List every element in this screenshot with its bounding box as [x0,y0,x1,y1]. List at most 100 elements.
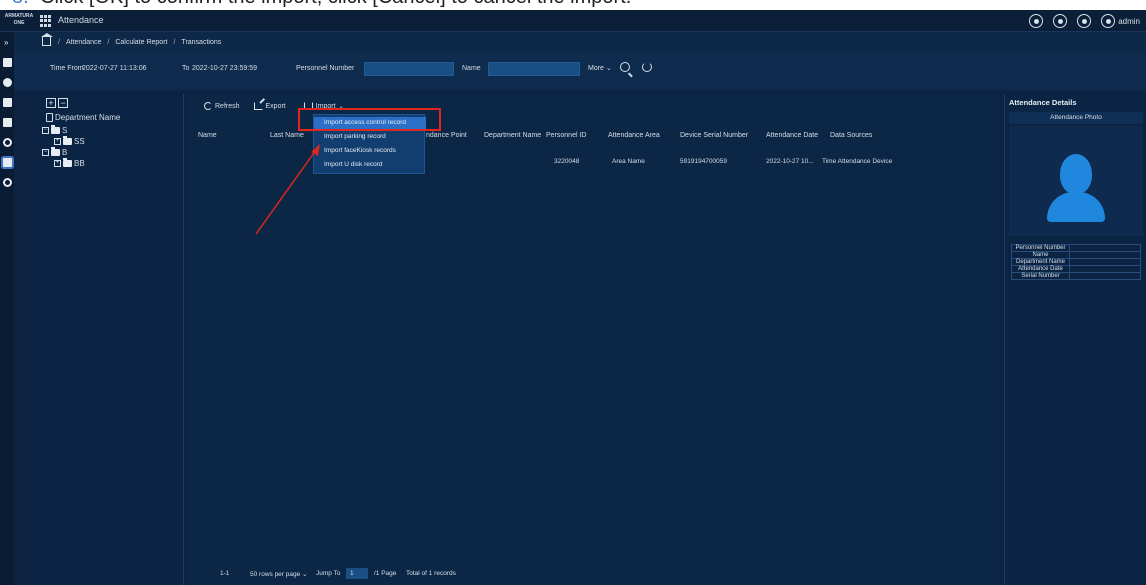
column-header[interactable]: Attendance Area [608,132,660,139]
folder-icon [63,136,72,145]
settings-icon[interactable] [3,178,12,187]
checklist-icon[interactable] [3,98,12,107]
column-header[interactable]: Last Name [270,132,304,139]
rows-per-page-select[interactable]: 50 rows per page ⌄ [250,570,308,578]
collapse-toggle-icon[interactable]: − [42,127,49,134]
export-icon [253,102,263,110]
refresh-label: Refresh [215,102,240,110]
personnel-number-label: Personnel Number [296,65,355,72]
user-menu[interactable]: admin [1101,14,1140,28]
tree-node-ss[interactable]: + SS [54,136,85,146]
step-text: Click [OK] to confirm the import, click … [40,0,631,9]
collapse-toggle-icon[interactable]: − [42,149,49,156]
column-header[interactable]: Personnel ID [546,132,586,139]
attendance-photo [1009,126,1143,236]
user-name: admin [1118,16,1140,26]
details-field-value [1069,251,1141,259]
tree-root-label: Department Name [55,113,121,122]
time-from-value[interactable]: 2022-07-27 11:13:06 [82,65,146,72]
app-window: ARMATURA ONE Attendance admin » / Attenda… [0,10,1146,585]
breadcrumb-item-attendance[interactable]: Attendance [66,39,101,46]
menu-item-import-parking[interactable]: Import parking record [314,131,426,143]
folder-icon [63,158,72,167]
more-filters-button[interactable]: More ⌄ [588,64,612,72]
tree-node-b[interactable]: − B [42,147,67,157]
refresh-button[interactable]: Refresh [204,102,240,110]
alert-icon[interactable] [1077,14,1092,28]
report-icon[interactable] [3,158,12,167]
refresh-icon [204,102,212,110]
page-range: 1-1 [220,570,230,577]
breadcrumb-item-calculate-report[interactable]: Calculate Report [115,39,167,46]
details-field-value [1069,272,1141,280]
details-field-value [1069,265,1141,273]
cell-attendance-date: 2022-10-27 10... [766,158,814,165]
menu-item-import-u-disk[interactable]: Import U disk record [314,159,426,171]
tree-root[interactable]: Department Name [46,113,120,122]
name-label: Name [462,65,481,72]
details-field-label: Name [1011,251,1070,259]
column-header[interactable]: ndance Point [426,132,467,139]
column-header[interactable]: Name [198,132,217,139]
tree-node-label: SS [74,137,85,146]
left-rail: » [0,32,14,585]
step-number: 8. [12,0,29,9]
export-button[interactable]: Export [253,102,286,110]
breadcrumb: / Attendance / Calculate Report / Transa… [14,32,1146,52]
cell-attendance-area: Area Name [612,158,645,165]
annotation-highlight-box [298,108,441,131]
filter-bar: Time From 2022-07-27 11:13:06 To 2022-10… [14,52,1146,90]
user-icon [1101,14,1116,28]
home-icon[interactable] [41,33,53,46]
avatar-placeholder-icon [1047,192,1105,222]
message-icon[interactable] [1029,14,1044,28]
column-header[interactable]: Device Serial Number [680,132,748,139]
page-count: /1 Page [374,570,397,577]
calendar-icon[interactable] [3,118,12,127]
top-bar: ARMATURA ONE Attendance admin [0,10,1146,32]
cell-device-serial: 5919194700059 [680,158,727,165]
jump-to-input[interactable]: 1 [346,568,368,579]
details-field-label: Personnel Number [1011,244,1070,252]
details-field-label: Attendance Date [1011,265,1070,273]
name-input[interactable] [488,62,580,76]
total-records: Total of 1 records [406,570,456,577]
document-header-strip: 8. Click [OK] to confirm the import, cli… [0,0,1146,10]
personnel-number-input[interactable] [364,62,454,76]
cell-personnel-id: 3220048 [554,158,580,165]
time-from-label: Time From [50,65,84,72]
collapse-all-icon[interactable]: − [58,98,68,108]
search-icon[interactable] [620,62,630,72]
tree-node-bb[interactable]: + BB [54,158,85,168]
reset-icon[interactable] [642,62,652,72]
annotation-arrow [255,144,320,235]
tree-node-label: BB [74,159,85,168]
details-table: Personnel Number Name Department Name At… [1011,244,1141,280]
tree-node-label: S [62,126,68,135]
device-icon[interactable] [3,58,12,67]
export-label: Export [265,102,286,110]
folder-icon [51,147,60,156]
expand-toggle-icon[interactable]: + [54,138,61,145]
column-header[interactable]: Data Sources [830,132,872,139]
notification-icon[interactable] [1053,14,1068,28]
tree-node-s[interactable]: − S [42,125,68,135]
jump-to-label: Jump To [316,570,341,577]
cell-data-source: Time Attendance Device [822,158,893,165]
pagination-bar: 1-1 50 rows per page ⌄ Jump To 1 /1 Page… [188,567,1000,581]
to-label: To [182,65,190,72]
to-value[interactable]: 2022-10-27 23:59:59 [192,65,257,72]
department-tree-panel: + − Department Name − S + SS − B + BB [36,94,184,585]
column-header[interactable]: Attendance Date [766,132,818,139]
expand-toggle-icon[interactable]: + [54,160,61,167]
expand-chevron-icon[interactable]: » [4,38,13,47]
expand-all-icon[interactable]: + [46,98,56,108]
app-grid-icon[interactable] [40,15,52,27]
details-field-value [1069,258,1141,266]
schedule-icon[interactable] [3,138,12,147]
breadcrumb-item-transactions: Transactions [181,38,222,46]
avatar-head-icon [1060,154,1092,194]
menu-item-import-facekiosk[interactable]: Import faceKiosk records [314,145,426,157]
info-icon[interactable] [3,78,12,87]
column-header[interactable]: Department Name [484,132,541,139]
